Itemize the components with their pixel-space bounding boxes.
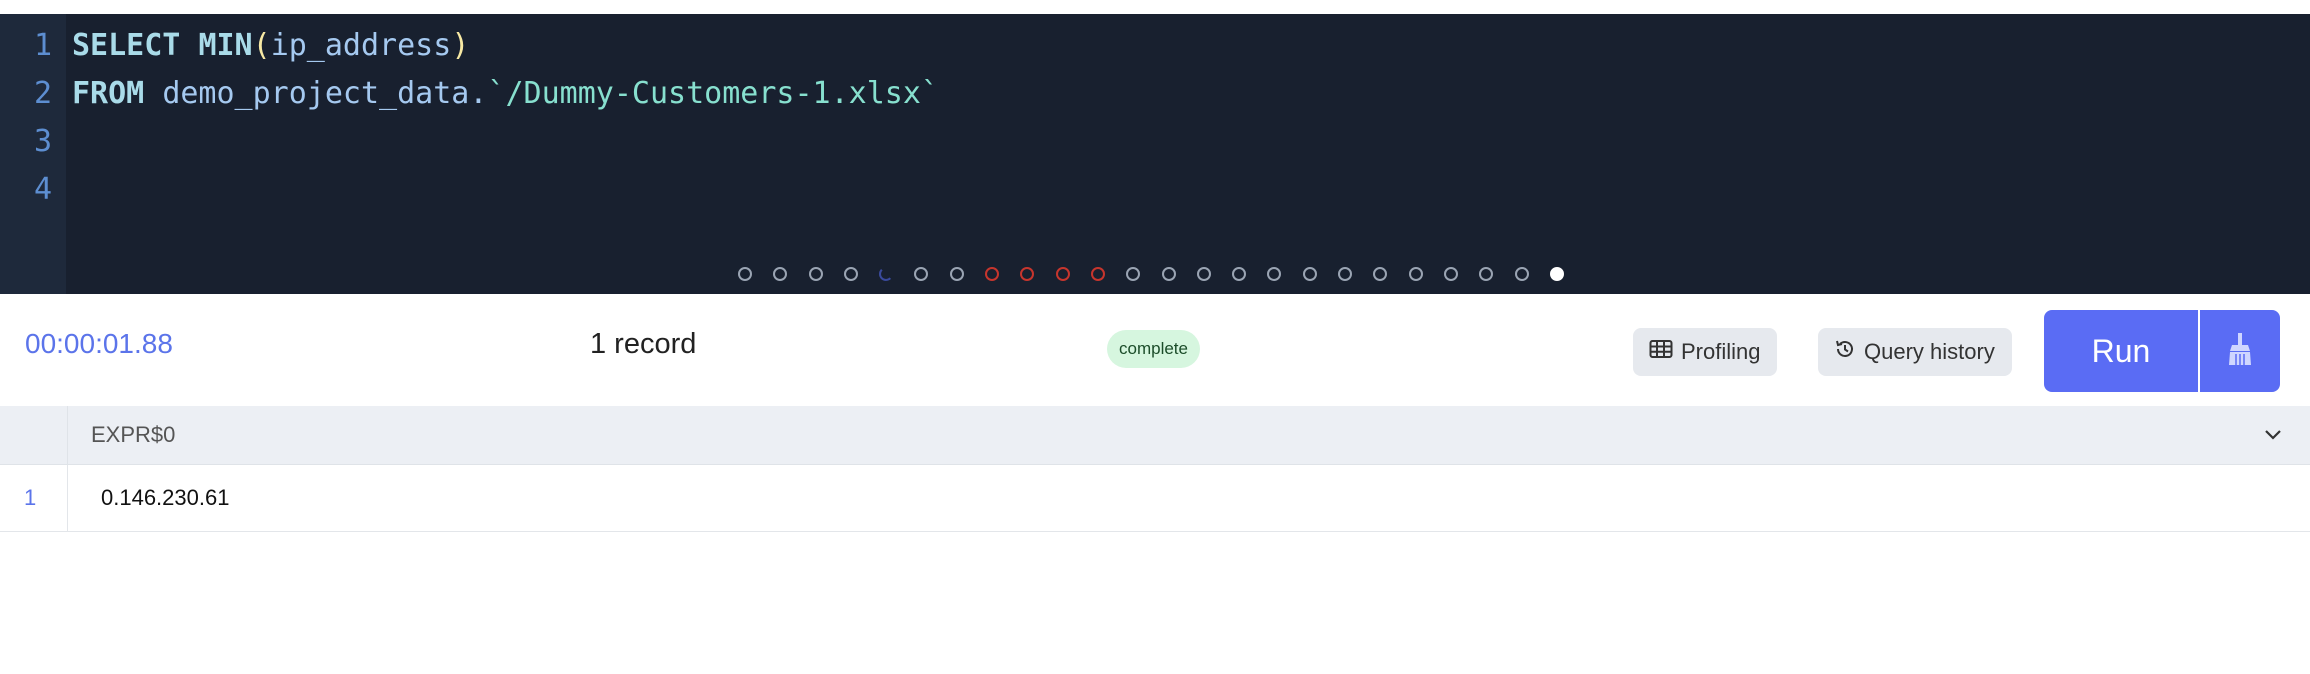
pager-dot[interactable] — [1055, 267, 1070, 281]
pager-dot[interactable] — [1373, 267, 1388, 281]
pager-dot[interactable] — [843, 267, 858, 281]
history-icon — [1834, 338, 1856, 366]
table-icon — [1649, 339, 1673, 365]
pager-dot[interactable] — [1090, 267, 1105, 281]
query-pager — [738, 267, 1585, 287]
record-count: 1 record — [590, 328, 697, 360]
chevron-down-icon[interactable] — [2260, 422, 2286, 452]
pager-dot[interactable] — [1232, 267, 1247, 281]
pager-dot[interactable] — [1408, 267, 1423, 281]
keyword-select: SELECT — [72, 28, 181, 63]
row-number: 1 — [24, 485, 37, 510]
open-paren: ( — [252, 28, 271, 63]
pager-dot[interactable] — [914, 267, 929, 281]
table-identifier: `/Dummy-Customers-1.xlsx` — [487, 76, 939, 111]
line-number: 2 — [33, 76, 52, 111]
pager-dot[interactable] — [985, 267, 1000, 281]
pager-dot[interactable] — [1020, 267, 1035, 281]
profiling-button[interactable]: Profiling — [1633, 328, 1777, 376]
close-paren: ) — [451, 28, 470, 63]
pager-dot[interactable] — [879, 267, 894, 281]
results-table-header: EXPR$0 — [0, 406, 2310, 465]
pager-dot[interactable] — [1302, 267, 1317, 281]
pager-dot[interactable] — [1514, 267, 1529, 281]
pager-dot[interactable] — [1161, 267, 1176, 281]
pager-dot[interactable] — [949, 267, 964, 281]
pager-dot[interactable] — [1443, 267, 1458, 281]
line-number-gutter: 1 2 3 4 — [0, 14, 66, 294]
code-line-1[interactable]: SELECT MIN(ip_address) — [72, 22, 469, 70]
schema-identifier: demo_project_data. — [162, 76, 488, 111]
function-min: MIN — [198, 28, 253, 63]
pager-dot[interactable] — [738, 267, 752, 281]
column-header[interactable]: EXPR$0 — [91, 422, 175, 448]
keyword-from: FROM — [72, 76, 145, 111]
pager-dot[interactable] — [773, 267, 788, 281]
column-identifier: ip_address — [270, 28, 452, 63]
line-number: 3 — [33, 124, 52, 159]
run-button[interactable]: Run — [2044, 310, 2198, 392]
sql-editor[interactable]: 1 2 3 4 SELECT MIN(ip_address) FROM demo… — [0, 14, 2310, 294]
line-number: 1 — [33, 28, 52, 63]
pager-dot[interactable] — [1126, 267, 1141, 281]
elapsed-time: 00:00:01.88 — [25, 328, 173, 359]
pager-dot[interactable] — [1338, 267, 1353, 281]
pager-dot[interactable] — [1267, 267, 1282, 281]
broom-icon — [2226, 332, 2254, 370]
query-history-label: Query history — [1864, 339, 1995, 364]
query-toolbar: 00:00:01.88 1 record complete Profiling … — [0, 294, 2310, 406]
column-divider — [67, 465, 68, 531]
query-history-button[interactable]: Query history — [1818, 328, 2012, 376]
table-cell[interactable]: 0.146.230.61 — [101, 485, 229, 511]
pager-dot[interactable] — [1479, 267, 1494, 281]
table-row: 1 0.146.230.61 — [0, 465, 2310, 532]
status-badge: complete — [1107, 330, 1200, 368]
pager-dot[interactable] — [1549, 267, 1564, 281]
pager-dot[interactable] — [1196, 267, 1211, 281]
clear-editor-button[interactable] — [2200, 310, 2280, 392]
code-line-2[interactable]: FROM demo_project_data.`/Dummy-Customers… — [72, 70, 939, 118]
pager-dot[interactable] — [808, 267, 823, 281]
column-divider — [67, 406, 68, 464]
profiling-label: Profiling — [1681, 339, 1761, 364]
line-number: 4 — [33, 172, 52, 207]
